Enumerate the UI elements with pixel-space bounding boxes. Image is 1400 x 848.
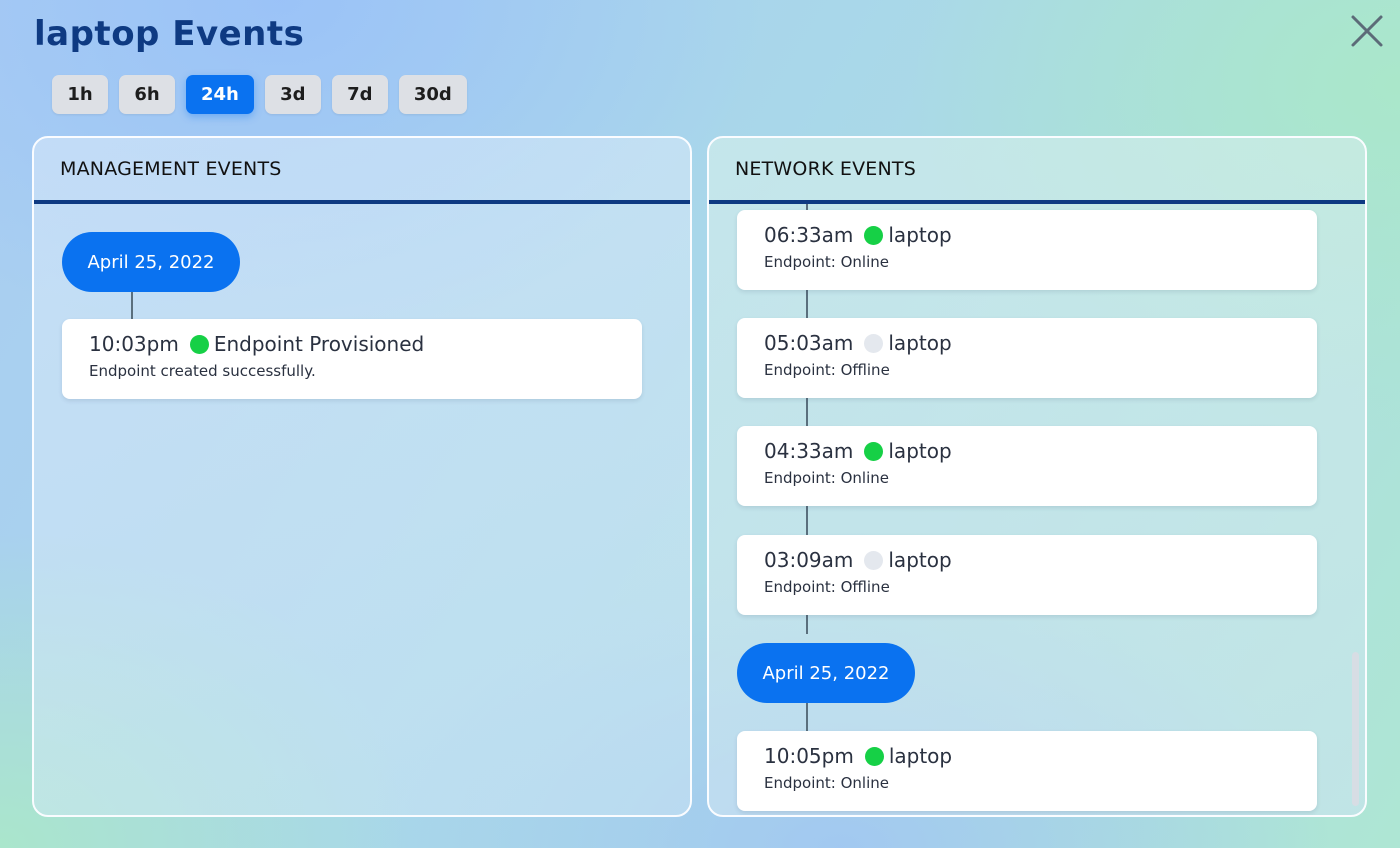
- status-offline-icon: [864, 333, 884, 353]
- status-online-icon: [864, 746, 884, 766]
- range-tab-24h[interactable]: 24h: [186, 75, 254, 114]
- status-online-icon: [189, 334, 209, 354]
- range-tab-1h[interactable]: 1h: [52, 75, 108, 114]
- event-time: 03:09am: [764, 548, 854, 572]
- timeline-connector: [131, 292, 133, 322]
- event-card[interactable]: 04:33am laptop Endpoint: Online: [737, 426, 1317, 506]
- event-description: Endpoint: Online: [764, 469, 889, 487]
- event-time: 04:33am: [764, 439, 854, 463]
- range-tab-3d[interactable]: 3d: [264, 75, 321, 114]
- close-button[interactable]: [1350, 14, 1384, 48]
- status-online-icon: [864, 225, 884, 245]
- management-events-panel: MANAGEMENT EVENTS April 25, 2022 10:03pm…: [32, 136, 692, 817]
- close-icon: [1351, 15, 1383, 47]
- time-range-tabs: 1h 6h 24h 3d 7d 30d: [52, 75, 467, 114]
- event-description: Endpoint created successfully.: [89, 362, 316, 380]
- event-name: laptop: [888, 331, 952, 355]
- event-name: Endpoint Provisioned: [213, 332, 425, 356]
- event-card[interactable]: 05:03am laptop Endpoint: Offline: [737, 318, 1317, 398]
- status-offline-icon: [864, 550, 884, 570]
- event-description: Endpoint: Online: [764, 253, 889, 271]
- range-tab-30d[interactable]: 30d: [398, 75, 467, 114]
- management-timeline[interactable]: April 25, 2022 10:03pm Endpoint Provisio…: [34, 204, 690, 815]
- date-pill: April 25, 2022: [62, 232, 240, 292]
- event-card[interactable]: 03:09am laptop Endpoint: Offline: [737, 535, 1317, 615]
- range-tab-6h[interactable]: 6h: [119, 75, 175, 114]
- management-events-header: MANAGEMENT EVENTS: [34, 138, 690, 204]
- event-time: 06:33am: [764, 223, 854, 247]
- scrollbar[interactable]: [1352, 652, 1359, 806]
- event-time: 05:03am: [764, 331, 854, 355]
- event-time: 10:05pm: [764, 744, 854, 768]
- event-name: laptop: [888, 548, 952, 572]
- event-description: Endpoint: Online: [764, 774, 889, 792]
- network-events-header: NETWORK EVENTS: [709, 138, 1365, 204]
- event-description: Endpoint: Offline: [764, 578, 890, 596]
- page-title: laptop Events: [34, 14, 305, 54]
- status-online-icon: [864, 441, 884, 461]
- event-card[interactable]: 10:03pm Endpoint Provisioned Endpoint cr…: [62, 319, 642, 399]
- range-tab-7d[interactable]: 7d: [331, 75, 388, 114]
- network-events-panel: NETWORK EVENTS 06:33am laptop Endpoint: …: [707, 136, 1367, 817]
- event-time: 10:03pm: [89, 332, 179, 356]
- event-name: laptop: [888, 223, 952, 247]
- event-card[interactable]: 10:05pm laptop Endpoint: Online: [737, 731, 1317, 811]
- event-name: laptop: [888, 744, 953, 768]
- network-timeline[interactable]: 06:33am laptop Endpoint: Online 05:03am …: [709, 204, 1365, 815]
- event-description: Endpoint: Offline: [764, 361, 890, 379]
- date-pill: April 25, 2022: [737, 643, 915, 703]
- event-card[interactable]: 06:33am laptop Endpoint: Online: [737, 210, 1317, 290]
- event-name: laptop: [888, 439, 952, 463]
